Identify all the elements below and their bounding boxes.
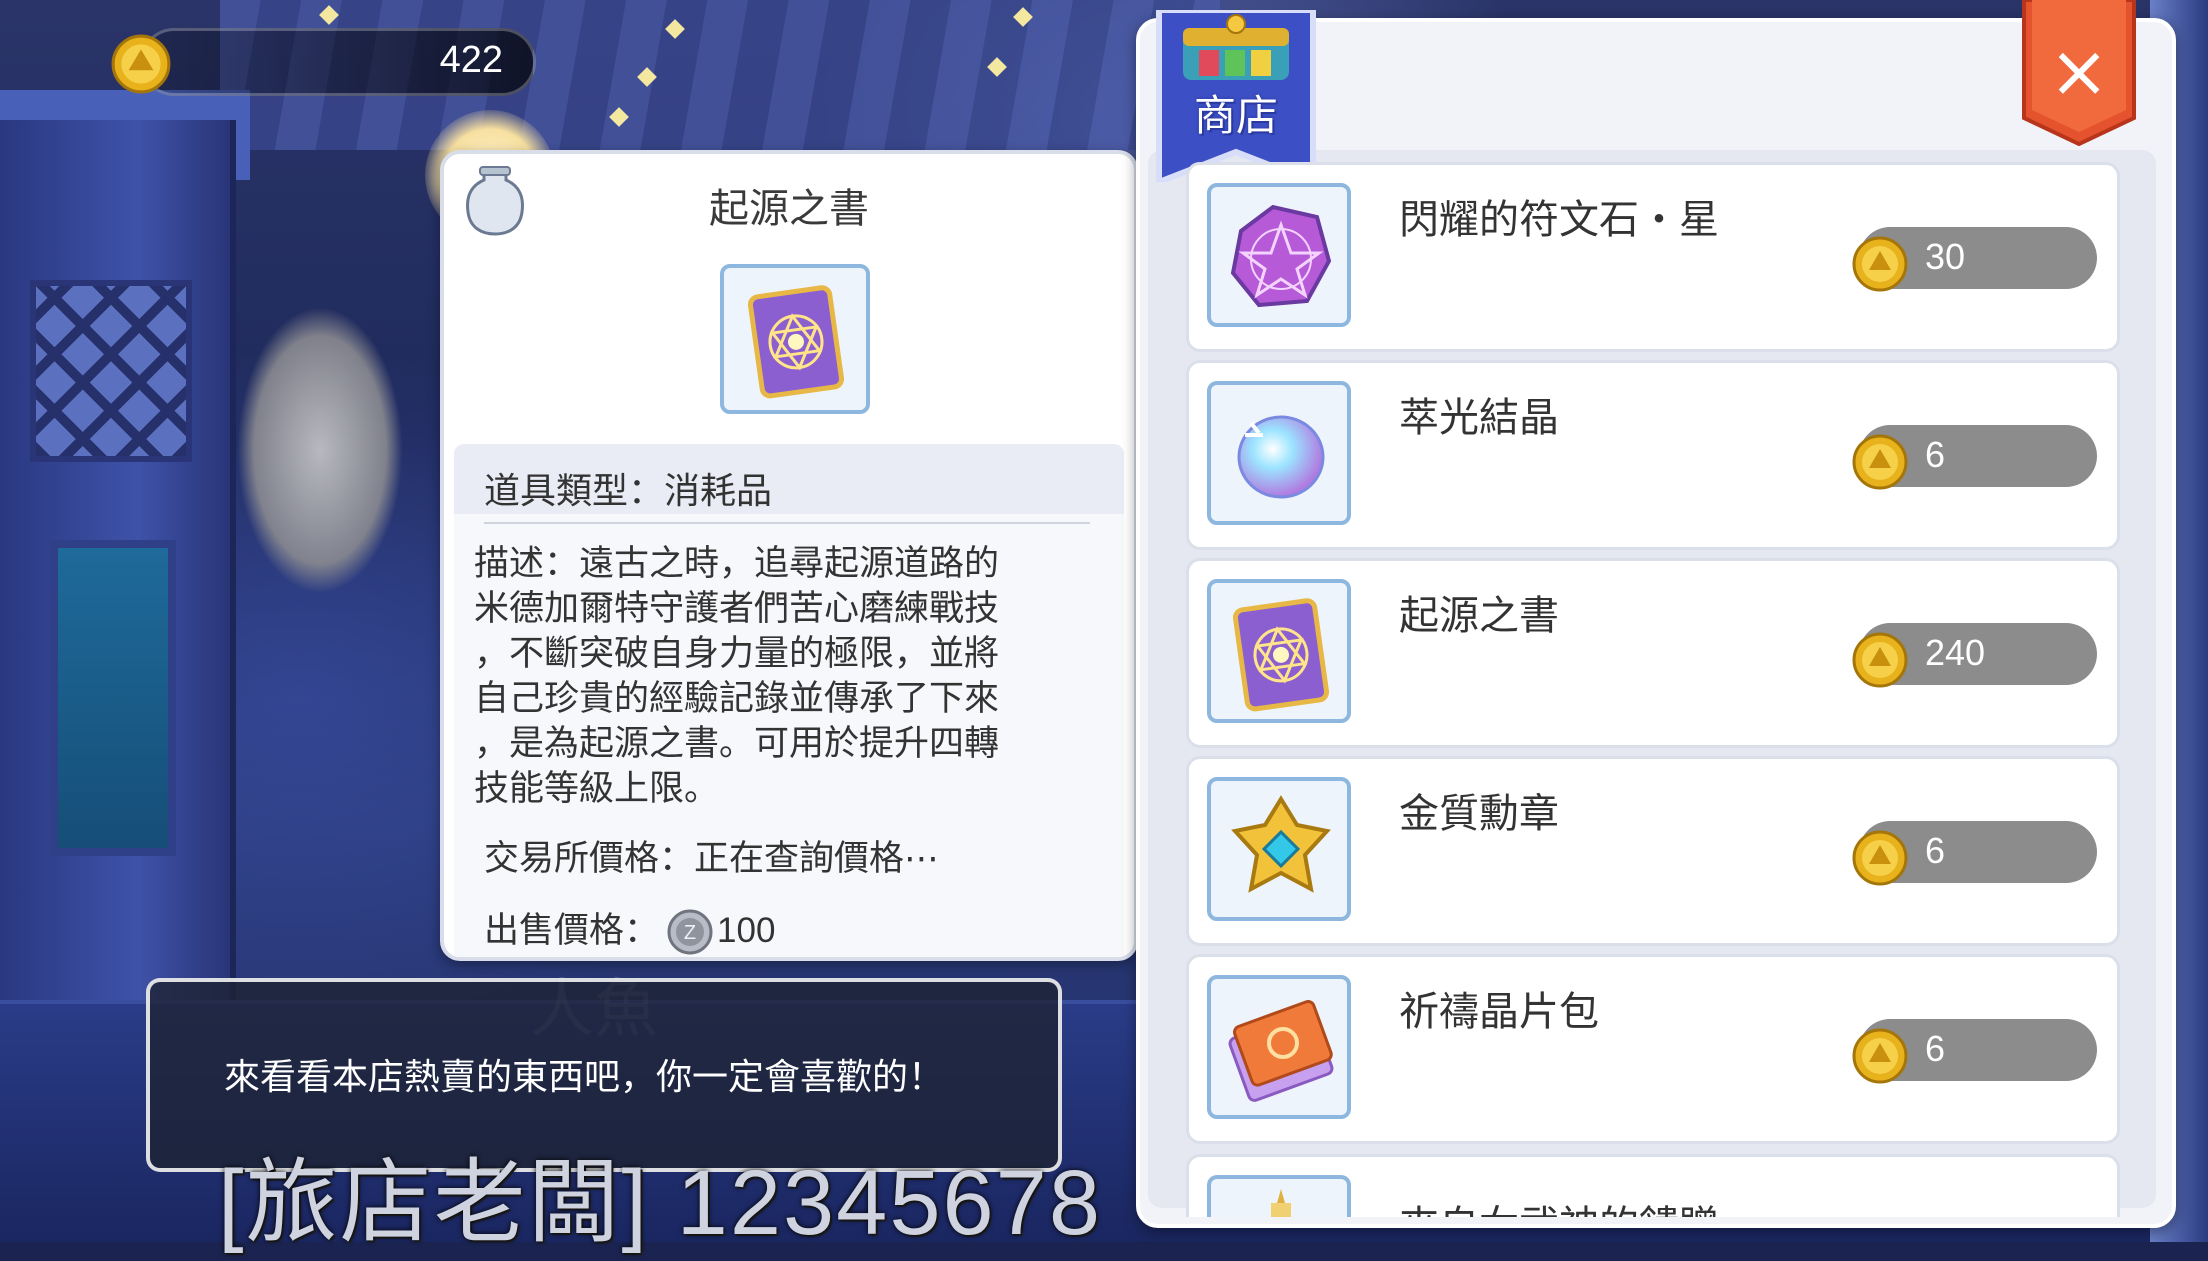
price-pill: 6: [1852, 425, 2097, 490]
price-pill: 6: [1852, 1019, 2097, 1084]
item-name: 起源之書: [1399, 593, 1559, 639]
item-type: 道具類型：消耗品: [484, 471, 773, 512]
item-icon-frame: [1207, 777, 1351, 921]
sell-price-value: 100: [717, 911, 776, 950]
close-icon[interactable]: ×: [2020, 16, 2138, 126]
crystal-icon: [1237, 415, 1325, 499]
shop-title: 商店: [1193, 91, 1278, 140]
price-pill: 6: [1852, 821, 2097, 886]
item-price: 6: [1925, 1028, 1946, 1069]
description-line: 技能等級上限。: [474, 769, 720, 809]
shop-item-row[interactable]: 萃光結晶 6: [1186, 360, 2120, 550]
item-icon-frame: [1207, 183, 1351, 327]
item-name: 萃光結晶: [1399, 395, 1559, 441]
description-line: 自己珍貴的經驗記錄並傳承了下來: [474, 679, 1000, 719]
item-icon-frame: [1207, 579, 1351, 723]
currency-value: 422: [439, 39, 503, 81]
description-line: ，不斷突破自身力量的極限，並將: [474, 634, 1000, 674]
npc-name: [旅店老闆] 12345678: [218, 1152, 1103, 1254]
description-line: 米德加爾特守護者們苦心磨練戰技: [474, 589, 1000, 629]
origin-book-icon: [1232, 598, 1330, 712]
blue-door: [50, 540, 176, 856]
exchange-price: 交易所價格：正在查詢價格⋯: [484, 839, 940, 879]
gold-medal-icon: [1231, 795, 1331, 893]
gold-coin-icon: [111, 34, 171, 94]
card-pack-icon: [1228, 1000, 1334, 1102]
description-line: ，是為起源之書。可用於提升四轉: [474, 724, 1000, 764]
currency-bar: 422: [140, 28, 536, 96]
item-price: 6: [1925, 434, 1946, 475]
shop-item-row[interactable]: 閃耀的符文石・星 30: [1186, 162, 2120, 352]
item-name: 閃耀的符文石・星: [1399, 197, 1719, 243]
gold-coin-icon: [1852, 434, 1908, 490]
item-icon-frame: [1207, 975, 1351, 1119]
divider: [484, 522, 1090, 524]
item-detail-panel: 起源之書 道具類型：消耗品 描述：遠古之時，追尋起源道路的 米德加爾特守護者們苦…: [440, 150, 1138, 961]
gold-coin-icon: [1852, 830, 1908, 886]
item-name: 來自女武神的饋贈: [1399, 1193, 1719, 1217]
item-title: 起源之書: [709, 186, 869, 232]
gold-coin-icon: [1852, 1028, 1908, 1084]
item-name: 金質勳章: [1399, 791, 1559, 837]
shop-item-row[interactable]: 金質勳章 6: [1186, 756, 2120, 946]
shop-item-row[interactable]: 祈禱晶片包 6: [1186, 954, 2120, 1144]
item-icon-frame: [1207, 1175, 1351, 1217]
item-icon-frame: [720, 264, 870, 414]
shop-item-row-partial[interactable]: 來自女武神的饋贈: [1186, 1154, 2120, 1217]
rune-stone-icon: [1230, 204, 1332, 308]
valkyrie-gift-icon: [1271, 1189, 1291, 1217]
shop-item-row[interactable]: 起源之書 240: [1186, 558, 2120, 748]
item-icon-frame: [1207, 381, 1351, 525]
sell-price: 出售價格： Z 100: [484, 902, 775, 955]
gold-coin-icon: [1852, 632, 1908, 688]
gold-coin-icon: [1852, 236, 1908, 292]
item-price: 6: [1925, 830, 1946, 871]
item-name: 祈禱晶片包: [1399, 989, 1599, 1035]
armored-npc-figure: [190, 250, 450, 670]
item-price: 240: [1925, 632, 1986, 673]
zeny-coin-icon: Z: [667, 909, 713, 955]
price-pill: 240: [1852, 623, 2097, 688]
origin-book-icon: [747, 285, 845, 399]
lattice-window: [30, 280, 192, 462]
price-pill: 30: [1852, 227, 2097, 292]
item-price: 30: [1925, 236, 1966, 277]
svg-text:Z: Z: [684, 922, 696, 944]
item-description: 描述：遠古之時，追尋起源道路的 米德加爾特守護者們苦心磨練戰技 ，不斷突破自身力…: [474, 542, 1114, 812]
dialog-text: 來看看本店熱賣的東西吧，你一定會喜歡的！: [224, 1057, 945, 1098]
sell-price-label: 出售價格：: [484, 911, 660, 951]
description-line: 描述：遠古之時，追尋起源道路的: [474, 544, 1000, 584]
